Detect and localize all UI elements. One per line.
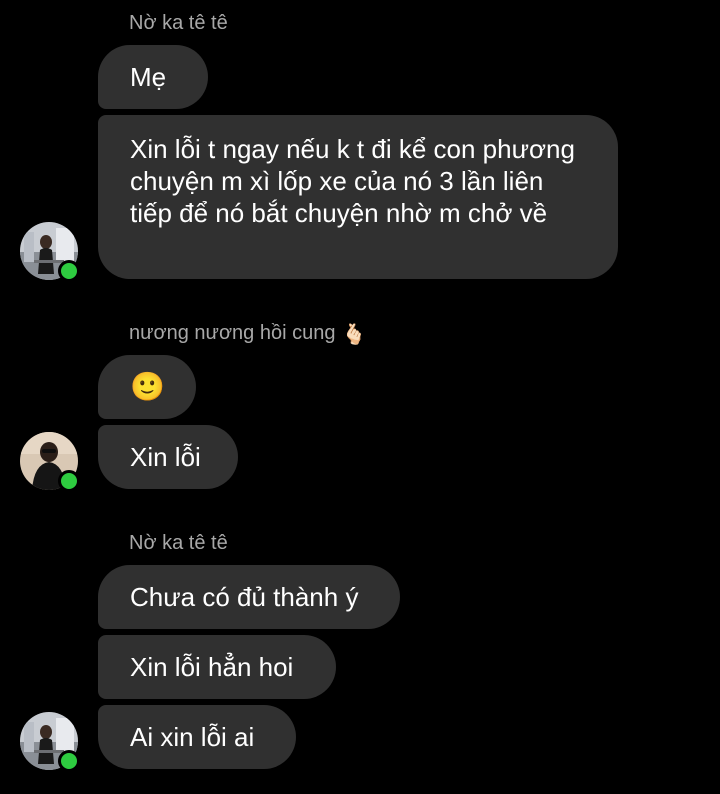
sender-name-text: nương nương hồi cung bbox=[129, 322, 336, 344]
message-text: Xin lỗi t ngay nếu k t đi kể con phương … bbox=[130, 134, 575, 228]
sender-name: Nờ ka tê tê bbox=[129, 532, 228, 554]
online-status-icon bbox=[58, 260, 80, 282]
avatar[interactable] bbox=[20, 222, 80, 282]
finger-heart-emoji-icon: 🫰🏻 bbox=[341, 324, 367, 346]
message-bubble[interactable]: 🙂 bbox=[98, 355, 196, 419]
message-bubble[interactable]: Mẹ bbox=[98, 45, 208, 109]
message-bubble[interactable]: Xin lỗi bbox=[98, 425, 238, 489]
message-text: Xin lỗi bbox=[130, 442, 201, 472]
message-bubble[interactable]: Xin lỗi t ngay nếu k t đi kể con phương … bbox=[98, 115, 618, 279]
online-status-icon bbox=[58, 750, 80, 772]
avatar[interactable] bbox=[20, 432, 80, 492]
message-text: Xin lỗi hẳn hoi bbox=[130, 652, 294, 682]
message-text: Chưa có đủ thành ý bbox=[130, 582, 359, 612]
message-text: Mẹ bbox=[130, 62, 167, 92]
online-status-icon bbox=[58, 470, 80, 492]
sender-name: nương nương hồi cung 🫰🏻 bbox=[129, 322, 366, 347]
message-bubble[interactable]: Chưa có đủ thành ý bbox=[98, 565, 400, 629]
message-bubble[interactable]: Xin lỗi hẳn hoi bbox=[98, 635, 336, 699]
sender-name: Nờ ka tê tê bbox=[129, 12, 228, 34]
message-text: Ai xin lỗi ai bbox=[130, 722, 255, 752]
message-bubble[interactable]: Ai xin lỗi ai bbox=[98, 705, 296, 769]
slightly-smiling-emoji-icon: 🙂 bbox=[130, 371, 165, 402]
avatar[interactable] bbox=[20, 712, 80, 772]
